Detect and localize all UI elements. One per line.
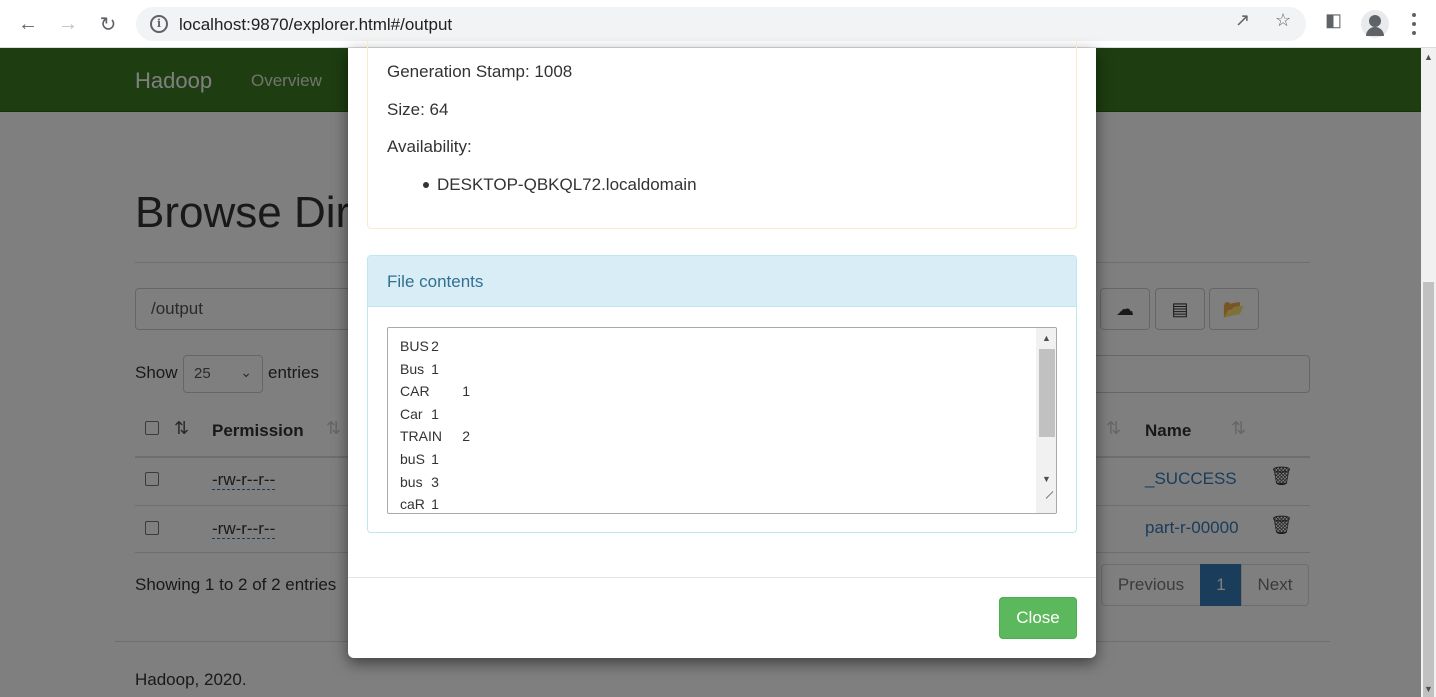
file-line: TRAIN 2 — [400, 428, 471, 445]
textarea-scrollbar-thumb[interactable] — [1039, 349, 1055, 437]
modal-footer-divider — [348, 577, 1096, 578]
page-scrollbar[interactable]: ▲ ▼ — [1421, 48, 1436, 697]
scroll-up-icon[interactable]: ▲ — [1424, 52, 1433, 62]
file-contents-lines: BUS 2 Bus 1 CAR 1 Car 1 TRAIN 2 buS 1 bu… — [400, 335, 471, 513]
file-line: buS 1 — [400, 450, 439, 467]
scroll-down-icon[interactable]: ▼ — [1042, 474, 1051, 484]
file-line: Car 1 — [400, 405, 439, 422]
side-panel-icon[interactable]: ◧ — [1325, 10, 1342, 31]
resize-grip-icon[interactable] — [1042, 496, 1054, 508]
site-info-icon[interactable]: i — [150, 15, 168, 33]
scroll-up-icon[interactable]: ▲ — [1042, 333, 1051, 343]
scroll-down-icon[interactable]: ▼ — [1424, 684, 1433, 694]
forward-icon[interactable]: → — [52, 8, 84, 40]
file-line: CAR 1 — [400, 383, 471, 400]
file-contents-panel: File contents BUS 2 Bus 1 CAR 1 Car 1 TR… — [367, 255, 1077, 533]
textarea-scrollbar[interactable]: ▲ ▼ — [1036, 328, 1056, 513]
profile-avatar-icon[interactable] — [1361, 10, 1389, 38]
file-contents-title: File contents — [387, 272, 484, 291]
share-icon[interactable]: ↗ — [1235, 10, 1250, 31]
address-bar[interactable]: i localhost:9870/explorer.html#/output — [136, 7, 1306, 41]
file-info-modal: Generation Stamp: 1008 Size: 64 Availabi… — [348, 38, 1096, 658]
availability-label: Availability: — [387, 137, 472, 156]
scrollbar-thumb[interactable] — [1423, 282, 1434, 697]
file-contents-textarea[interactable]: BUS 2 Bus 1 CAR 1 Car 1 TRAIN 2 buS 1 bu… — [387, 327, 1057, 514]
availability-host: DESKTOP-QBKQL72.localdomain — [423, 175, 697, 194]
file-line: Bus 1 — [400, 360, 439, 377]
close-button[interactable]: Close — [999, 597, 1077, 639]
back-icon[interactable]: ← — [12, 8, 44, 40]
bookmark-star-icon[interactable]: ☆ — [1275, 10, 1291, 31]
browser-menu-icon[interactable] — [1407, 10, 1421, 38]
file-contents-heading: File contents — [368, 256, 1076, 307]
reload-icon[interactable]: ↻ — [92, 8, 124, 40]
generation-stamp: Generation Stamp: 1008 — [387, 62, 573, 81]
file-line: caR 1 — [400, 496, 439, 513]
file-line: BUS 2 — [400, 338, 439, 354]
file-line: bus 3 — [400, 473, 439, 490]
file-size: Size: 64 — [387, 100, 449, 119]
url-text[interactable]: localhost:9870/explorer.html#/output — [179, 15, 452, 35]
